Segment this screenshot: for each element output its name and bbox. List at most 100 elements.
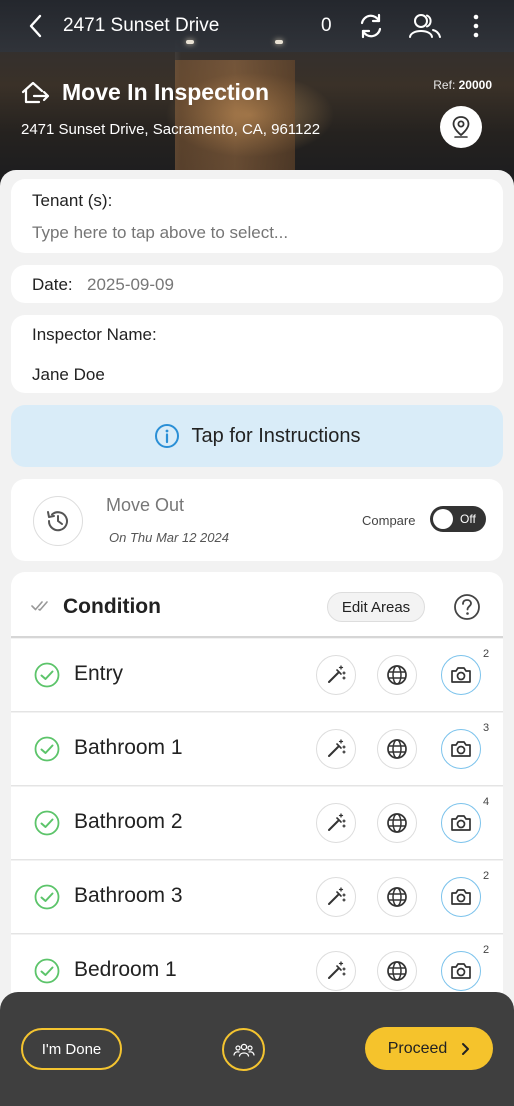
check-circle-icon bbox=[34, 662, 60, 688]
inspector-name-field[interactable]: Jane Doe bbox=[32, 365, 105, 385]
camera-button[interactable] bbox=[441, 877, 481, 917]
condition-header: Condition Edit Areas bbox=[11, 572, 503, 638]
toggle-knob bbox=[433, 509, 453, 529]
pending-count: 0 bbox=[321, 15, 332, 36]
room-name: Bedroom 1 bbox=[74, 958, 177, 981]
camera-button[interactable] bbox=[441, 655, 481, 695]
globe-icon bbox=[387, 665, 407, 685]
more-vertical-icon[interactable] bbox=[468, 12, 484, 40]
camera-button[interactable] bbox=[441, 803, 481, 843]
globe-button[interactable] bbox=[377, 877, 417, 917]
reference-number: Ref: 20000 bbox=[433, 78, 492, 92]
magic-wand-button[interactable] bbox=[316, 951, 356, 991]
photo-count: 2 bbox=[483, 944, 490, 956]
inspector-label: Inspector Name: bbox=[32, 325, 157, 344]
room-row-bathroom-2[interactable]: Bathroom 2 4 bbox=[11, 787, 503, 860]
inspector-card: Inspector Name: Jane Doe bbox=[11, 315, 503, 393]
camera-icon bbox=[451, 815, 471, 831]
help-icon[interactable] bbox=[453, 593, 481, 621]
room-row-bathroom-3[interactable]: Bathroom 3 2 bbox=[11, 861, 503, 934]
inspection-type-row: Move In Inspection bbox=[20, 76, 269, 108]
check-circle-icon bbox=[34, 958, 60, 984]
proceed-label: Proceed bbox=[387, 1039, 448, 1057]
sync-icon[interactable] bbox=[357, 12, 385, 40]
toggle-state-label: Off bbox=[460, 512, 476, 526]
property-title: 2471 Sunset Drive bbox=[63, 15, 220, 36]
inspection-title: Move In Inspection bbox=[62, 78, 270, 105]
camera-button[interactable] bbox=[441, 951, 481, 991]
date-value[interactable]: 2025-09-09 bbox=[87, 275, 174, 295]
group-icon bbox=[232, 1043, 255, 1057]
move-in-icon bbox=[21, 81, 50, 104]
instructions-label: Tap for Instructions bbox=[191, 424, 361, 447]
check-circle-icon bbox=[34, 810, 60, 836]
room-name: Bathroom 2 bbox=[74, 810, 183, 833]
photo-count: 2 bbox=[483, 648, 490, 660]
move-out-title: Move Out bbox=[106, 495, 185, 515]
check-circle-icon bbox=[34, 736, 60, 762]
camera-button[interactable] bbox=[441, 729, 481, 769]
magic-wand-icon bbox=[328, 961, 346, 979]
move-out-card: Move Out On Thu Mar 12 2024 Compare Off bbox=[11, 479, 503, 561]
map-location-button[interactable] bbox=[440, 106, 482, 148]
history-icon bbox=[47, 511, 68, 532]
photo-count: 3 bbox=[483, 722, 490, 734]
globe-icon bbox=[387, 739, 407, 759]
tenant-card: Tenant (s): bbox=[11, 179, 503, 253]
room-name: Entry bbox=[74, 662, 124, 685]
photo-count: 4 bbox=[483, 796, 490, 808]
magic-wand-icon bbox=[328, 813, 346, 831]
globe-button[interactable] bbox=[377, 951, 417, 991]
globe-icon bbox=[387, 887, 407, 907]
users-icon[interactable] bbox=[408, 12, 442, 40]
edit-areas-button[interactable]: Edit Areas bbox=[327, 592, 425, 622]
globe-icon bbox=[387, 813, 407, 833]
camera-icon bbox=[451, 741, 471, 757]
date-label: Date: bbox=[32, 275, 73, 294]
magic-wand-button[interactable] bbox=[316, 877, 356, 917]
double-check-icon bbox=[31, 601, 48, 611]
compare-toggle[interactable]: Off bbox=[430, 506, 486, 532]
tenant-input[interactable] bbox=[32, 223, 472, 243]
property-address: 2471 Sunset Drive, Sacramento, CA, 96112… bbox=[21, 121, 321, 138]
photo-count: 2 bbox=[483, 870, 490, 882]
room-name: Bathroom 3 bbox=[74, 884, 183, 907]
magic-wand-icon bbox=[328, 887, 346, 905]
magic-wand-button[interactable] bbox=[316, 803, 356, 843]
room-name: Bathroom 1 bbox=[74, 736, 183, 759]
bottom-action-bar: I'm Done Proceed bbox=[0, 992, 514, 1106]
chevron-left-icon bbox=[29, 14, 42, 38]
camera-icon bbox=[451, 889, 471, 905]
compare-label: Compare bbox=[362, 513, 416, 528]
globe-button[interactable] bbox=[377, 655, 417, 695]
camera-icon bbox=[451, 667, 471, 683]
globe-button[interactable] bbox=[377, 803, 417, 843]
room-row-bathroom-1[interactable]: Bathroom 1 3 bbox=[11, 713, 503, 786]
globe-icon bbox=[387, 961, 407, 981]
ref-label: Ref: bbox=[433, 78, 456, 92]
room-row-entry[interactable]: Entry 2 bbox=[11, 639, 503, 712]
condition-title: Condition bbox=[63, 595, 161, 618]
globe-button[interactable] bbox=[377, 729, 417, 769]
move-out-date: On Thu Mar 12 2024 bbox=[109, 530, 229, 545]
top-bar: 2471 Sunset Drive 0 bbox=[0, 8, 514, 44]
im-done-button[interactable]: I'm Done bbox=[21, 1028, 122, 1070]
magic-wand-button[interactable] bbox=[316, 729, 356, 769]
magic-wand-icon bbox=[328, 739, 346, 757]
camera-icon bbox=[451, 963, 471, 979]
proceed-button[interactable]: Proceed bbox=[365, 1027, 493, 1070]
chevron-right-icon bbox=[462, 1042, 470, 1055]
map-pin-icon bbox=[452, 116, 470, 138]
property-header: 2471 Sunset Drive 0 Move In Inspection R… bbox=[0, 0, 514, 190]
magic-wand-button[interactable] bbox=[316, 655, 356, 695]
date-card[interactable]: Date: 2025-09-09 bbox=[11, 265, 503, 303]
back-button[interactable] bbox=[22, 12, 50, 40]
check-circle-icon bbox=[34, 884, 60, 910]
magic-wand-icon bbox=[328, 665, 346, 683]
participants-button[interactable] bbox=[222, 1028, 265, 1071]
tenant-label: Tenant (s): bbox=[32, 191, 113, 210]
instructions-button[interactable]: Tap for Instructions bbox=[11, 405, 503, 467]
history-button[interactable] bbox=[33, 496, 83, 546]
info-icon bbox=[154, 424, 179, 448]
ref-value: 20000 bbox=[458, 78, 492, 92]
